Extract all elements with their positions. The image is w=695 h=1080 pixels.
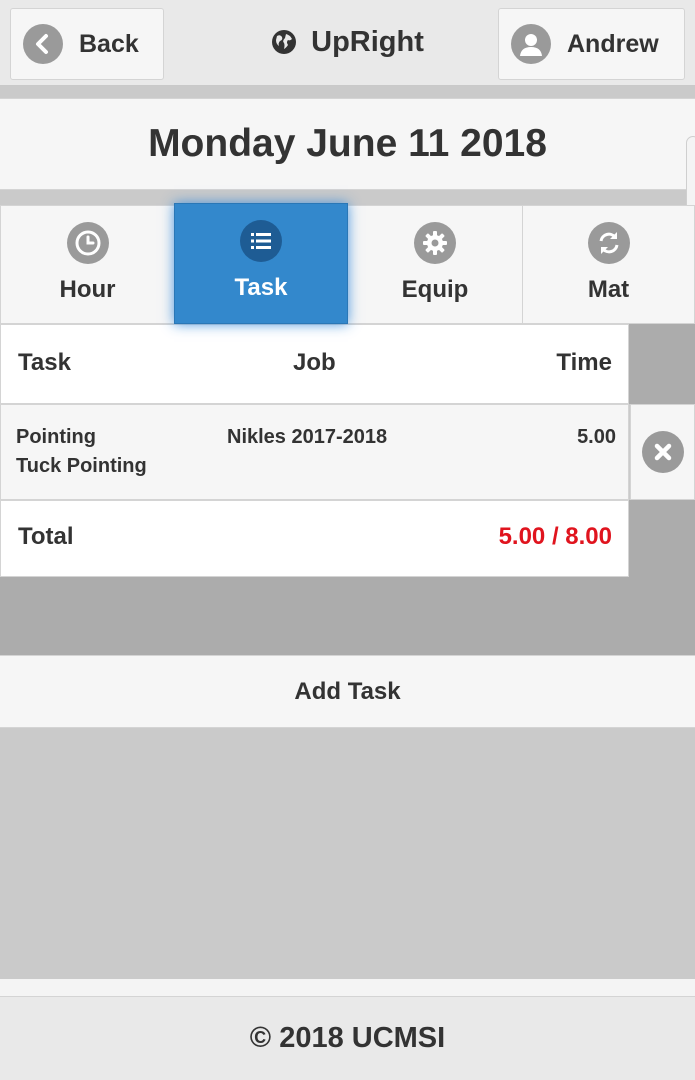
total-label: Total: [18, 523, 74, 550]
chevron-left-icon: [23, 24, 63, 64]
user-name: Andrew: [567, 29, 659, 58]
footer-divider: [0, 979, 695, 996]
time-cell: 5.00: [577, 426, 616, 448]
tab-bar: Hour Task Equip Mat: [0, 203, 695, 324]
table-header-row: Task Job Time: [0, 324, 629, 404]
job-cell: Nikles 2017-2018: [227, 426, 388, 448]
side-spacer: [629, 500, 695, 577]
app-title: UpRight: [311, 25, 424, 58]
column-header-task: Task: [18, 349, 71, 376]
header-bar: Back UpRight Andrew: [0, 0, 695, 86]
tab-label: Hour: [59, 276, 116, 303]
column-header-time: Time: [556, 349, 612, 376]
side-spacer: [629, 324, 695, 404]
tab-label: Task: [234, 274, 288, 301]
tab-mat[interactable]: Mat: [522, 205, 695, 324]
user-button[interactable]: Andrew: [498, 8, 685, 80]
total-value: 5.00 / 8.00: [498, 523, 612, 550]
globe-icon: [271, 29, 297, 55]
divider-band: [0, 577, 695, 655]
tab-label: Mat: [587, 276, 630, 303]
date-title: Monday June 11 2018: [0, 98, 695, 190]
add-task-button[interactable]: Add Task: [0, 655, 695, 728]
footer-copyright: © 2018 UCMSI: [0, 996, 695, 1080]
delete-row-button[interactable]: [630, 404, 695, 500]
total-row: Total 5.00 / 8.00: [0, 500, 629, 577]
tab-label: Equip: [401, 276, 469, 303]
task-cell: Pointing Tuck Pointing: [16, 423, 147, 481]
column-header-job: Job: [293, 349, 336, 376]
task-subname: Tuck Pointing: [16, 455, 147, 477]
list-icon: [240, 220, 282, 262]
gear-icon: [414, 222, 456, 264]
back-button[interactable]: Back: [10, 8, 164, 80]
refresh-icon: [587, 222, 630, 264]
tab-hour[interactable]: Hour: [0, 205, 175, 324]
task-name: Pointing: [16, 426, 96, 448]
app-brand: UpRight: [240, 0, 455, 84]
clock-icon: [66, 222, 109, 264]
tab-equip[interactable]: Equip: [347, 205, 523, 324]
tab-task[interactable]: Task: [174, 203, 348, 324]
close-icon: [641, 431, 684, 473]
table-row[interactable]: Pointing Tuck Pointing Nikles 2017-2018 …: [0, 404, 629, 500]
user-icon: [511, 24, 551, 64]
back-label: Back: [79, 29, 139, 58]
